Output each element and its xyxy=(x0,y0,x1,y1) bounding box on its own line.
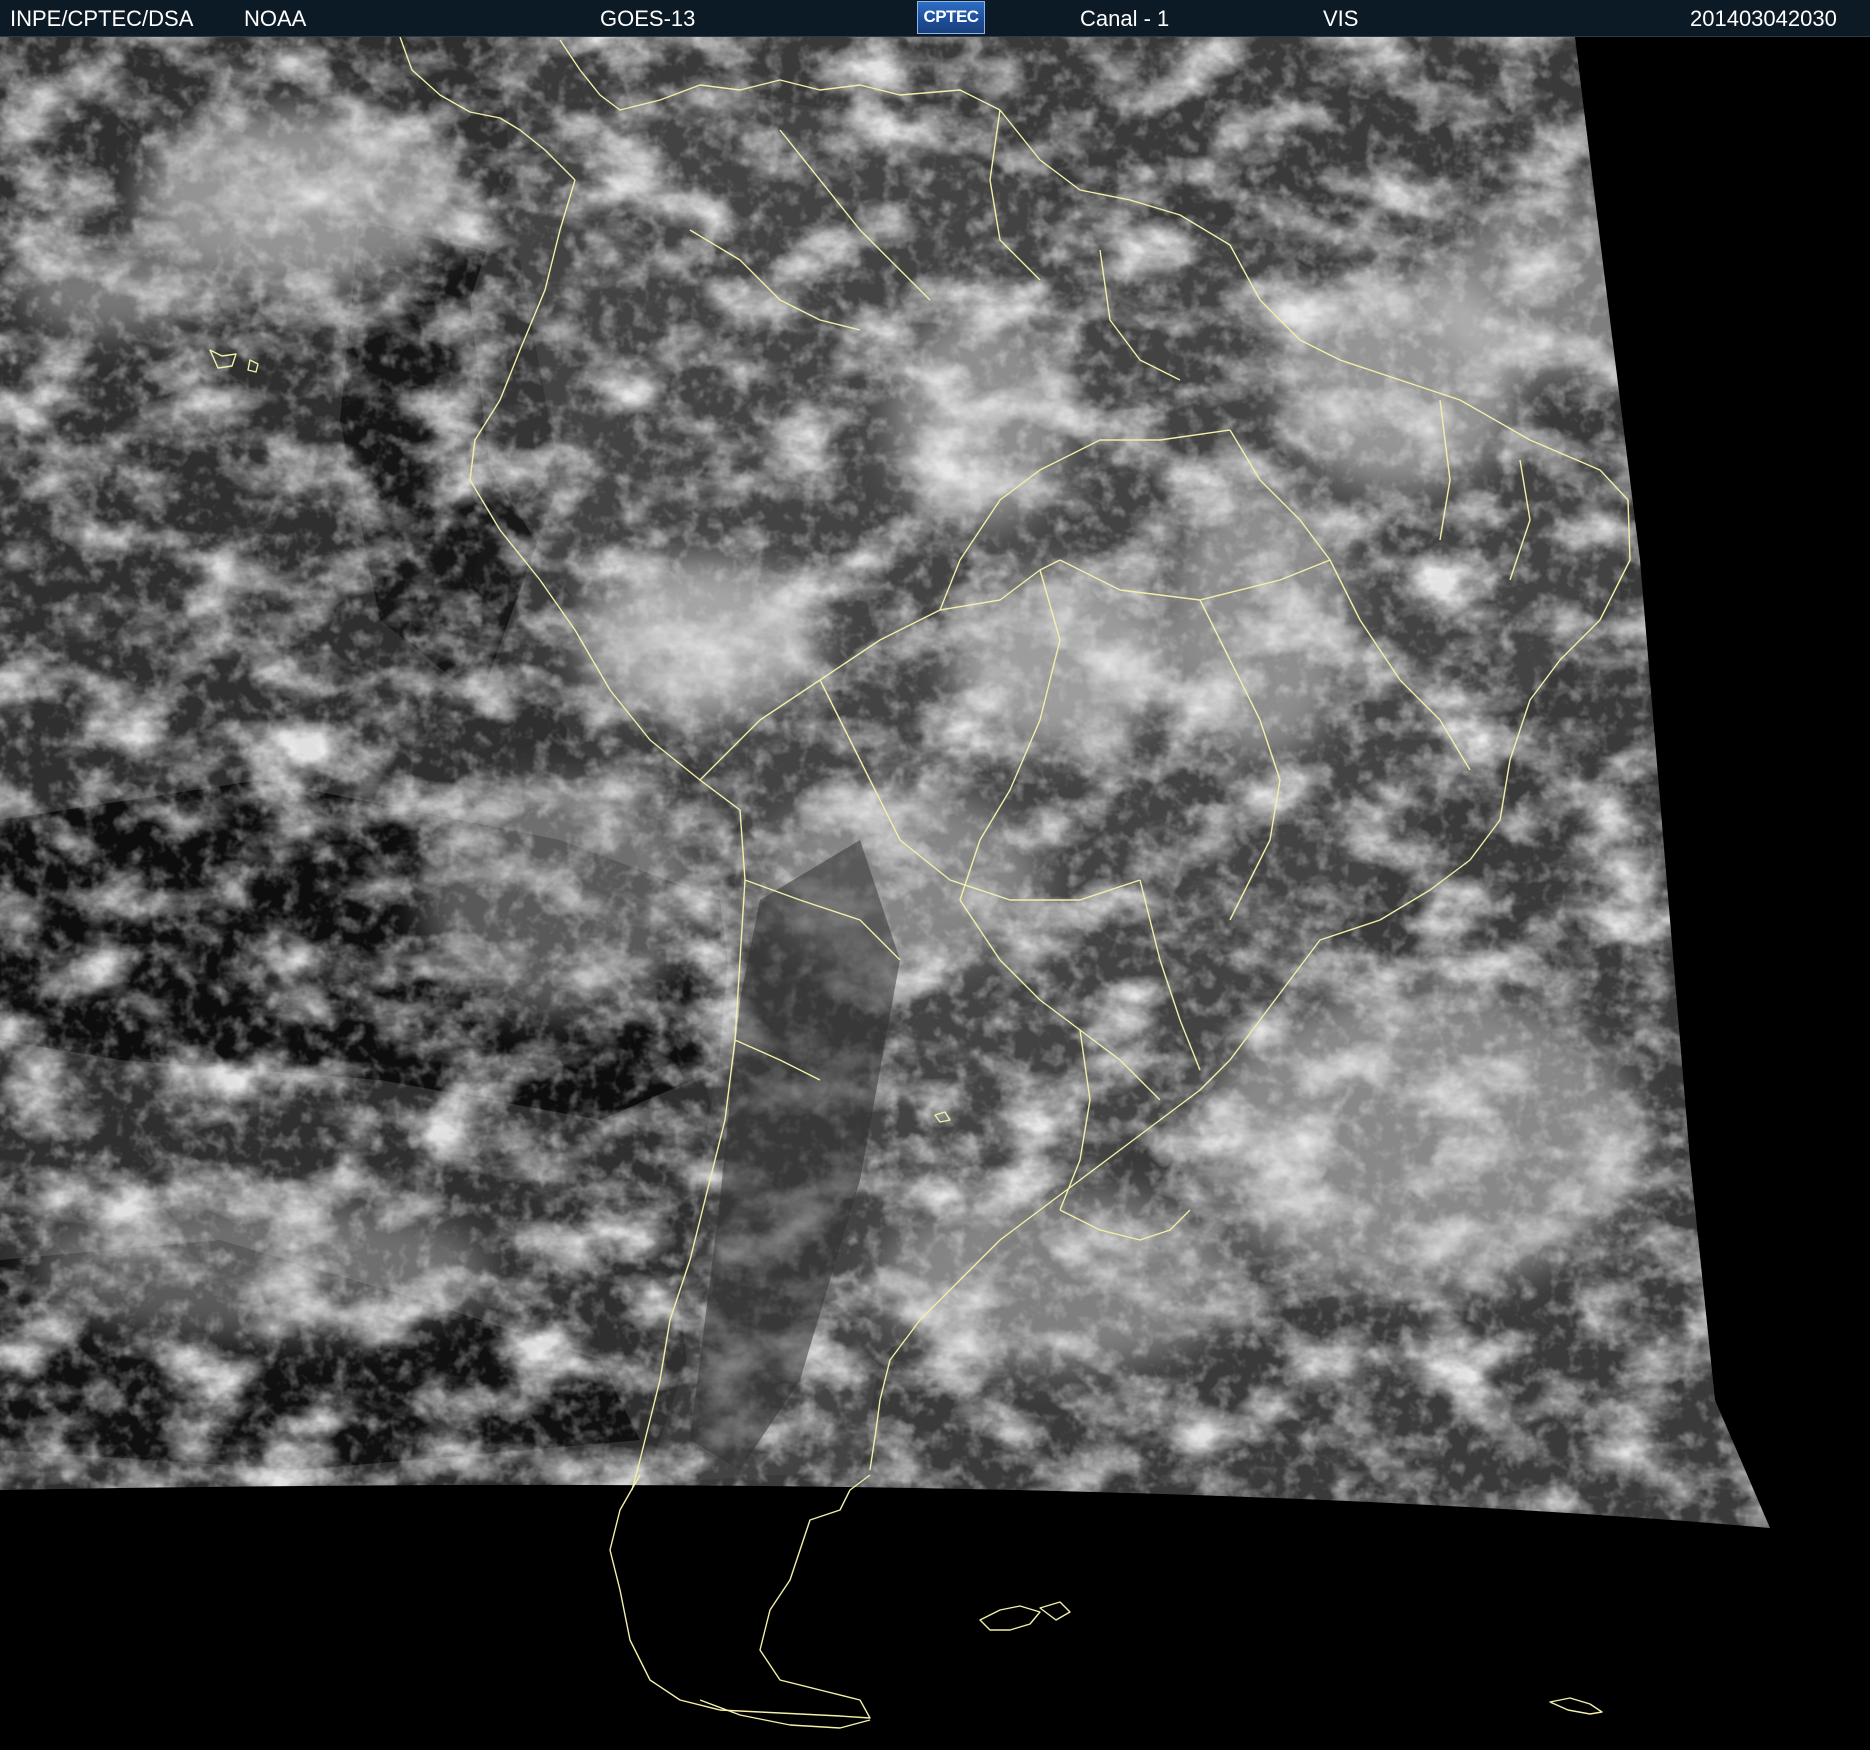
timestamp-label: 201403042030 xyxy=(1690,6,1837,31)
cptec-logo: CPTEC xyxy=(917,1,985,34)
source-label: INPE/CPTEC/DSA xyxy=(10,6,194,31)
agency-label: NOAA xyxy=(244,6,307,31)
satellite-label: GOES-13 xyxy=(600,6,696,31)
band-label: VIS xyxy=(1323,6,1359,31)
channel-label: Canal - 1 xyxy=(1080,6,1170,31)
cptec-logo-text: CPTEC xyxy=(923,7,979,26)
image-header-bar: INPE/CPTEC/DSA NOAA GOES-13 CPTEC Canal … xyxy=(0,0,1870,37)
satellite-image xyxy=(0,37,1870,1750)
